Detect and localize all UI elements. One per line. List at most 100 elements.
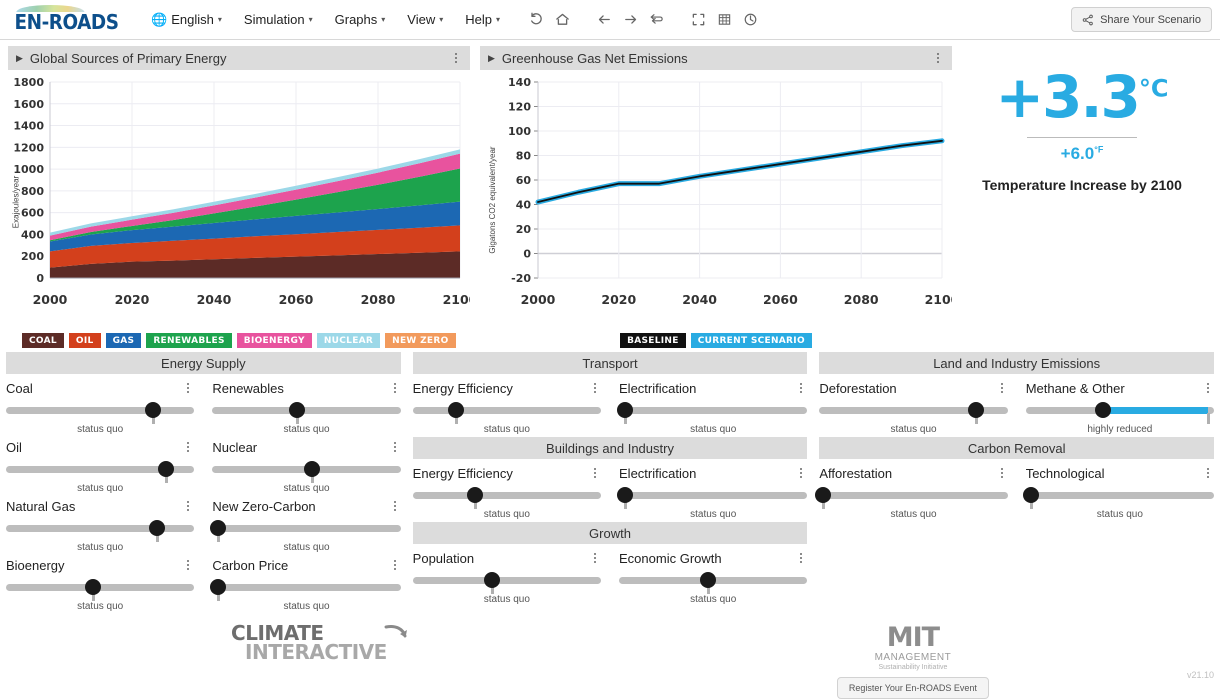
menu-simulation[interactable]: Simulation ▾ bbox=[234, 8, 323, 31]
en-roads-logo[interactable]: EN-ROADS bbox=[15, 4, 119, 32]
slider-track[interactable] bbox=[412, 407, 602, 414]
menu-language[interactable]: 🌐 English ▾ bbox=[141, 8, 232, 32]
slider-knob[interactable] bbox=[148, 520, 165, 536]
slider-menu-kebab-icon[interactable] bbox=[389, 381, 401, 395]
slider-track-wrap[interactable] bbox=[6, 519, 195, 542]
slider-track[interactable] bbox=[212, 525, 401, 532]
slider-knob[interactable] bbox=[447, 402, 464, 418]
info-icon[interactable] bbox=[738, 8, 762, 32]
slider-menu-kebab-icon[interactable] bbox=[182, 558, 194, 572]
slider-track-wrap[interactable] bbox=[209, 578, 401, 601]
slider-knob[interactable] bbox=[1023, 487, 1040, 503]
reset-icon[interactable] bbox=[524, 8, 548, 32]
legend-chip-nuclear[interactable]: NUCLEAR bbox=[316, 333, 381, 348]
slider-track-wrap[interactable] bbox=[1023, 486, 1215, 509]
slider-track-wrap[interactable] bbox=[412, 571, 602, 594]
back-arrow-icon[interactable] bbox=[592, 8, 616, 32]
slider-menu-kebab-icon[interactable] bbox=[182, 381, 194, 395]
slider-track-wrap[interactable] bbox=[212, 401, 401, 424]
slider-knob[interactable] bbox=[209, 579, 226, 595]
slider-track-wrap[interactable] bbox=[819, 401, 1008, 424]
legend-chip-renewables[interactable]: RENEWABLES bbox=[146, 333, 232, 348]
legend-chip-coal[interactable]: COAL bbox=[22, 333, 64, 348]
slider-knob[interactable] bbox=[1094, 402, 1111, 418]
slider-menu-kebab-icon[interactable] bbox=[389, 440, 401, 454]
share-your-scenario-button[interactable]: Share Your Scenario bbox=[1071, 7, 1212, 32]
slider-knob[interactable] bbox=[616, 487, 633, 503]
slider-track-wrap[interactable] bbox=[212, 460, 401, 483]
slider-menu-kebab-icon[interactable] bbox=[795, 466, 807, 480]
slider-knob[interactable] bbox=[815, 487, 832, 503]
slider-menu-kebab-icon[interactable] bbox=[1202, 466, 1214, 480]
swap-compare-icon[interactable] bbox=[644, 8, 668, 32]
slider-knob[interactable] bbox=[289, 402, 306, 418]
slider-knob[interactable] bbox=[144, 402, 161, 418]
slider-track[interactable] bbox=[1025, 407, 1215, 414]
slider-menu-kebab-icon[interactable] bbox=[589, 551, 601, 565]
slider-menu-kebab-icon[interactable] bbox=[182, 499, 194, 513]
table-grid-icon[interactable] bbox=[712, 8, 736, 32]
expand-triangle-icon[interactable]: ▶ bbox=[16, 53, 23, 64]
slider-menu-kebab-icon[interactable] bbox=[795, 551, 807, 565]
slider-track-wrap[interactable] bbox=[616, 486, 808, 509]
slider-track[interactable] bbox=[6, 525, 195, 532]
slider-knob[interactable] bbox=[84, 579, 101, 595]
legend-chip-oil[interactable]: OIL bbox=[68, 333, 101, 348]
slider-track[interactable] bbox=[212, 584, 401, 591]
menu-graphs[interactable]: Graphs ▾ bbox=[325, 8, 396, 31]
slider-track[interactable] bbox=[819, 492, 1008, 499]
slider-menu-kebab-icon[interactable] bbox=[795, 381, 807, 395]
graph-menu-kebab-icon[interactable] bbox=[932, 51, 944, 65]
slider-menu-kebab-icon[interactable] bbox=[182, 440, 194, 454]
fullscreen-icon[interactable] bbox=[686, 8, 710, 32]
slider-knob[interactable] bbox=[967, 402, 984, 418]
slider-track[interactable] bbox=[1025, 492, 1215, 499]
slider-track[interactable] bbox=[619, 492, 808, 499]
slider-track-wrap[interactable] bbox=[6, 460, 195, 483]
slider-menu-kebab-icon[interactable] bbox=[389, 558, 401, 572]
slider-menu-kebab-icon[interactable] bbox=[589, 466, 601, 480]
forward-arrow-icon[interactable] bbox=[618, 8, 642, 32]
home-icon[interactable] bbox=[550, 8, 574, 32]
slider-knob[interactable] bbox=[209, 520, 226, 536]
legend-chip-new-zero[interactable]: NEW ZERO bbox=[385, 333, 456, 348]
slider-menu-kebab-icon[interactable] bbox=[996, 381, 1008, 395]
legend-chip-gas[interactable]: GAS bbox=[105, 333, 142, 348]
legend-chip-current-scenario[interactable]: CURRENT SCENARIO bbox=[690, 333, 812, 348]
slider-menu-kebab-icon[interactable] bbox=[589, 381, 601, 395]
slider-knob[interactable] bbox=[304, 461, 321, 477]
slider-track-wrap[interactable] bbox=[1025, 401, 1215, 424]
menu-help[interactable]: Help ▾ bbox=[455, 8, 510, 31]
slider-track-wrap[interactable] bbox=[6, 401, 195, 424]
register-event-button[interactable]: Register Your En-ROADS Event bbox=[836, 677, 989, 699]
climate-interactive-logo[interactable]: CLIMATE INTERACTIVE bbox=[231, 623, 407, 662]
legend-chip-bioenergy[interactable]: BIOENERGY bbox=[236, 333, 312, 348]
slider-track[interactable] bbox=[412, 492, 602, 499]
slider-track[interactable] bbox=[412, 577, 602, 584]
slider-menu-kebab-icon[interactable] bbox=[1202, 381, 1214, 395]
slider-knob[interactable] bbox=[483, 572, 500, 588]
mit-logo[interactable]: MIT MANAGEMENT Sustainability Initiative Re… bbox=[836, 624, 989, 699]
slider-track[interactable] bbox=[212, 407, 401, 414]
slider-knob[interactable] bbox=[699, 572, 716, 588]
slider-track-wrap[interactable] bbox=[412, 486, 602, 509]
slider-menu-kebab-icon[interactable] bbox=[389, 499, 401, 513]
slider-track-wrap[interactable] bbox=[209, 519, 401, 542]
slider-track-wrap[interactable] bbox=[815, 486, 1008, 509]
slider-track-wrap[interactable] bbox=[619, 571, 808, 594]
menu-view[interactable]: View ▾ bbox=[397, 8, 453, 31]
graph-header-ghg-emissions[interactable]: ▶ Greenhouse Gas Net Emissions bbox=[480, 46, 952, 70]
slider-track[interactable] bbox=[619, 407, 808, 414]
slider-knob[interactable] bbox=[616, 402, 633, 418]
slider-track-wrap[interactable] bbox=[412, 401, 602, 424]
graph-menu-kebab-icon[interactable] bbox=[450, 51, 462, 65]
slider-track-wrap[interactable] bbox=[6, 578, 195, 601]
graph-header-primary-energy[interactable]: ▶ Global Sources of Primary Energy bbox=[8, 46, 470, 70]
slider-knob[interactable] bbox=[466, 487, 483, 503]
slider-knob[interactable] bbox=[158, 461, 175, 477]
slider-track-wrap[interactable] bbox=[616, 401, 808, 424]
slider-track[interactable] bbox=[6, 407, 195, 414]
expand-triangle-icon[interactable]: ▶ bbox=[488, 53, 495, 64]
slider-menu-kebab-icon[interactable] bbox=[996, 466, 1008, 480]
legend-chip-baseline[interactable]: BASELINE bbox=[620, 333, 686, 348]
